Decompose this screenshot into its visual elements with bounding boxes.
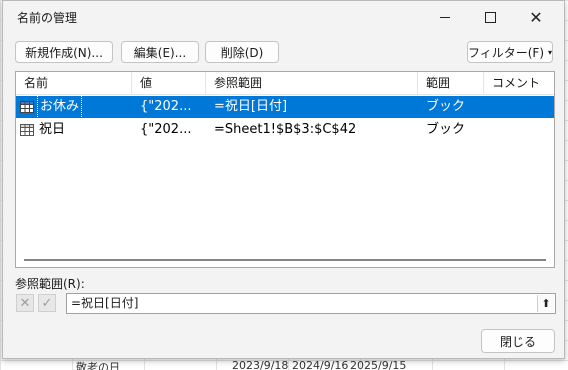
- name-text: 祝日: [39, 122, 66, 137]
- list-item[interactable]: 祝日 {"202... =Sheet1!$B$3:$C$42 ブック: [16, 119, 554, 141]
- scope-cell: ブック: [426, 99, 466, 114]
- refers-to-value: =祝日[日付]: [71, 296, 139, 310]
- name-cell: お休み: [20, 96, 132, 118]
- names-list[interactable]: 名前 値 参照範囲 範囲 コメント お休み {"202... =祝日[日付] ブ…: [15, 71, 555, 268]
- sheet-cell: 2025/9/15: [350, 359, 407, 370]
- refers-to-cell: =祝日[日付]: [214, 99, 288, 114]
- name-text: お休み: [37, 96, 83, 118]
- refers-to-cell: =Sheet1!$B$3:$C$42: [214, 122, 357, 137]
- close-icon: ✕: [529, 7, 543, 27]
- sheet-cell: 2024/9/16: [292, 359, 349, 370]
- table-icon: [20, 101, 34, 113]
- column-header-name[interactable]: 名前: [16, 72, 132, 94]
- table-icon: [20, 124, 34, 136]
- value-cell: {"202...: [140, 99, 192, 114]
- refers-to-label: 参照範囲(R):: [15, 277, 85, 291]
- dialog-title: 名前の管理: [17, 11, 78, 25]
- list-item[interactable]: お休み {"202... =祝日[日付] ブック: [16, 96, 554, 118]
- chevron-down-icon: ▾: [548, 47, 553, 57]
- delete-name-button[interactable]: 削除(D): [205, 41, 279, 63]
- title-bar[interactable]: 名前の管理 ✕: [3, 1, 564, 33]
- check-icon: ✓: [41, 295, 53, 311]
- filter-dropdown-button[interactable]: フィルター(F) ▾: [467, 41, 553, 63]
- cancel-edit-button[interactable]: ✕: [16, 294, 34, 312]
- maximize-button[interactable]: [467, 1, 513, 33]
- column-header-comment[interactable]: コメント: [484, 72, 554, 94]
- name-cell: 祝日: [20, 119, 132, 141]
- new-name-button[interactable]: 新規作成(N)...: [15, 41, 113, 63]
- sheet-cell: 2023/9/18: [232, 359, 289, 370]
- list-header: 名前 値 参照範囲 範囲 コメント: [16, 72, 554, 95]
- maximize-icon: [484, 11, 496, 23]
- column-header-value[interactable]: 値: [132, 72, 206, 94]
- close-button[interactable]: 閉じる: [481, 329, 555, 353]
- minimize-button[interactable]: [422, 1, 468, 33]
- name-manager-dialog: 名前の管理 ✕ 新規作成(N)... 編集(E)... 削除(D) フィルター(…: [2, 0, 565, 359]
- delete-name-label: 削除(D): [220, 45, 264, 60]
- scope-cell: ブック: [426, 122, 466, 137]
- column-header-refers-to[interactable]: 参照範囲: [206, 72, 418, 94]
- filter-label: フィルター(F): [467, 45, 545, 60]
- close-button-label: 閉じる: [499, 334, 536, 349]
- new-name-label: 新規作成(N)...: [25, 45, 103, 60]
- sheet-peek-row: 敬老の日 2023/9/18 2024/9/16 2025/9/15: [0, 358, 568, 370]
- collapse-dialog-button[interactable]: ⬆: [537, 295, 554, 312]
- horizontal-scrollbar[interactable]: [24, 259, 546, 261]
- arrow-up-icon: ⬆: [541, 297, 551, 310]
- confirm-edit-button[interactable]: ✓: [38, 294, 56, 312]
- edit-name-button[interactable]: 編集(E)...: [121, 41, 199, 63]
- refers-to-input[interactable]: =祝日[日付] ⬆: [66, 293, 556, 314]
- column-header-scope[interactable]: 範囲: [418, 72, 484, 94]
- sheet-cell: 敬老の日: [76, 361, 120, 370]
- edit-name-label: 編集(E)...: [133, 45, 187, 60]
- minimize-icon: [440, 16, 450, 18]
- close-window-button[interactable]: ✕: [513, 1, 559, 33]
- value-cell: {"202...: [140, 122, 192, 137]
- cancel-icon: ✕: [19, 295, 31, 311]
